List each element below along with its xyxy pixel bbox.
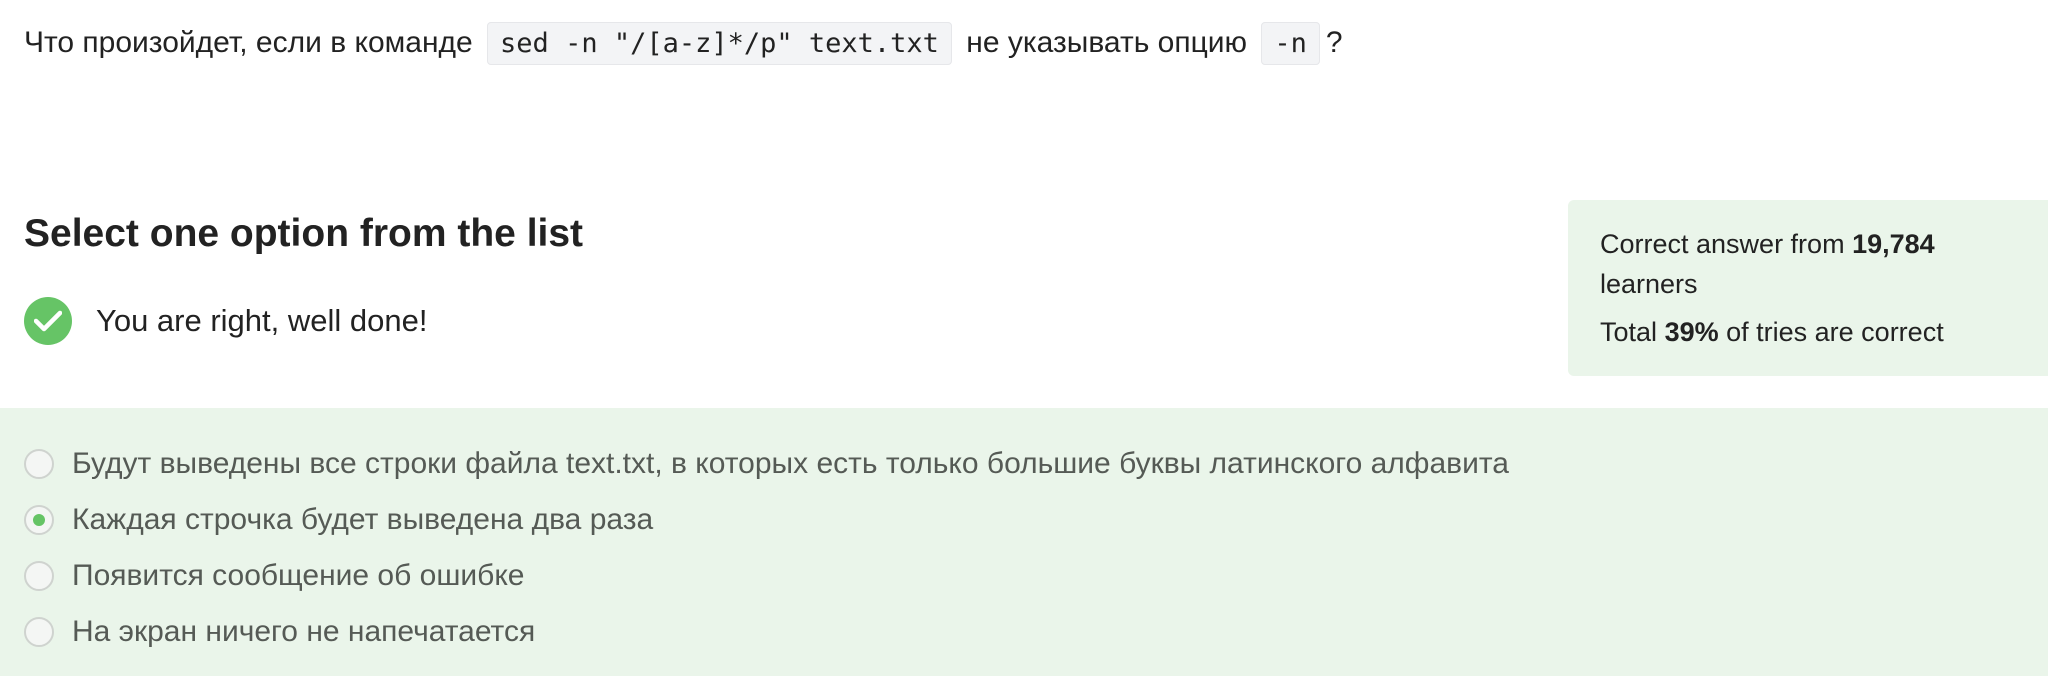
- stats-percent-value: 39%: [1664, 317, 1719, 347]
- feedback-text: You are right, well done!: [96, 303, 428, 338]
- select-heading: Select one option from the list: [24, 212, 584, 255]
- option-item[interactable]: На экран ничего не напечатается: [24, 612, 535, 652]
- option-label: Появится сообщение об ошибке: [72, 559, 525, 592]
- stats-learners-suffix: learners: [1600, 269, 1698, 299]
- stats-panel: Correct answer from 19,784 learners Tota…: [1568, 200, 2048, 376]
- stats-learners-count: 19,784: [1852, 229, 1935, 259]
- option-label: Будут выведены все строки файла text.txt…: [72, 447, 1509, 480]
- question-part-2: не указывать опцию: [966, 26, 1248, 59]
- question-part-3: ?: [1325, 26, 1343, 59]
- options-list: Будут выведены все строки файла text.txt…: [0, 408, 2048, 676]
- code-snippet-option: -n: [1261, 22, 1320, 65]
- quiz-page: Что произойдет, если в команде sed -n "/…: [0, 0, 2048, 676]
- radio-button[interactable]: [24, 449, 54, 479]
- question-part-1: Что произойдет, если в команде: [24, 26, 473, 59]
- code-snippet-command: sed -n "/[a-z]*/p" text.txt: [487, 22, 952, 65]
- stats-learners: Correct answer from 19,784 learners: [1600, 224, 2016, 304]
- check-circle-icon: [24, 297, 72, 345]
- stats-percent: Total 39% of tries are correct: [1600, 312, 2016, 352]
- radio-button[interactable]: [24, 505, 54, 535]
- feedback-message: You are right, well done!: [24, 296, 427, 346]
- option-label: Каждая строчка будет выведена два раза: [72, 503, 654, 536]
- option-item[interactable]: Появится сообщение об ошибке: [24, 556, 524, 596]
- option-label: На экран ничего не напечатается: [72, 615, 536, 648]
- question-text: Что произойдет, если в команде sed -n "/…: [24, 18, 1343, 69]
- stats-percent-prefix: Total: [1600, 317, 1658, 347]
- radio-button[interactable]: [24, 617, 54, 647]
- radio-button[interactable]: [24, 561, 54, 591]
- stats-learners-prefix: Correct answer from: [1600, 229, 1845, 259]
- option-item[interactable]: Будут выведены все строки файла text.txt…: [24, 444, 1509, 484]
- stats-percent-suffix: of tries are correct: [1726, 317, 1944, 347]
- option-item[interactable]: Каждая строчка будет выведена два раза: [24, 500, 653, 540]
